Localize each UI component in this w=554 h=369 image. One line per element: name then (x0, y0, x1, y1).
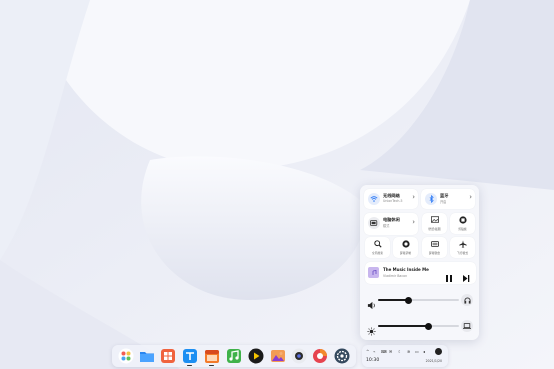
quick-tile-wallpaper[interactable]: 壁纸/截图 (422, 213, 447, 234)
audio-output-button[interactable] (461, 294, 473, 306)
album-art-icon (368, 267, 379, 278)
brightness-fill (378, 325, 429, 327)
power-mode-icon (368, 217, 380, 229)
next-track-button[interactable] (462, 268, 470, 282)
bluetooth-icon (425, 193, 437, 205)
file-manager-icon[interactable] (139, 348, 155, 364)
notification-center-icon[interactable] (435, 348, 442, 355)
chevron-right-icon[interactable]: › (469, 194, 472, 201)
brightness-icon (367, 321, 376, 336)
quick-tile-keyboard[interactable]: 屏幕键盘 (422, 237, 447, 258)
brightness-slider-handle[interactable] (424, 322, 432, 330)
volume-slider-handle[interactable] (405, 296, 413, 304)
settings-icon[interactable] (334, 348, 350, 364)
brightness-slider-row (365, 317, 476, 336)
image-icon (430, 215, 439, 224)
moon-icon[interactable]: ☾ (398, 349, 402, 354)
calendar-icon[interactable] (204, 348, 220, 364)
music-icon[interactable] (226, 348, 242, 364)
browser-icon[interactable] (312, 348, 328, 364)
media-artist: Vladimir Bacon (383, 274, 408, 278)
volume-icon[interactable]: ◂ (423, 349, 425, 354)
airplane-icon (458, 239, 467, 248)
search-icon (373, 239, 382, 248)
app-store-icon[interactable] (160, 348, 176, 364)
wifi-subtitle: UnionTech-5 (383, 199, 403, 203)
pause-button[interactable] (445, 268, 453, 282)
chevron-up-icon[interactable]: ^ (366, 349, 369, 354)
quick-tile-label: 全局搜索 (371, 251, 384, 255)
wifi-icon (368, 193, 380, 205)
quick-tile-label: 屏幕录制 (399, 251, 412, 255)
media-title: The Music Inside Me (383, 267, 429, 272)
brightness-slider[interactable] (378, 322, 459, 330)
video-player-icon[interactable] (248, 348, 264, 364)
power-mode-subtitle: 模式 (383, 224, 390, 228)
usb-icon[interactable]: ⌁ (373, 349, 375, 354)
display-settings-button[interactable] (461, 320, 473, 332)
quick-tile-record[interactable]: 屏幕录制 (393, 237, 418, 258)
media-player: The Music Inside Me Vladimir Bacon (365, 262, 476, 284)
control-center-panel: 无线网络 UnionTech-5 › 蓝牙 开启 › 电脑休闲 模式 › 壁纸/… (360, 185, 479, 340)
quick-tile-label: 屏幕键盘 (428, 251, 441, 255)
chevron-right-icon[interactable]: › (412, 194, 415, 201)
chevron-right-icon[interactable]: › (412, 219, 415, 226)
quick-tile-clipboard[interactable]: 剪贴板 (450, 213, 475, 234)
wifi-icon[interactable]: ≋ (407, 349, 410, 354)
system-tray: ^ ⌁ ⌨ ✉ ☾ ≋ ▭ ◂ 10:30 2021/1/20 (362, 345, 448, 367)
input-method-icon[interactable]: ✉ (389, 349, 392, 354)
volume-slider[interactable] (378, 296, 459, 304)
bluetooth-subtitle: 开启 (440, 200, 447, 204)
record-icon (401, 239, 410, 248)
headphones-icon (463, 297, 471, 304)
clipboard-icon (458, 215, 467, 224)
photos-icon[interactable] (270, 348, 286, 364)
wifi-tile[interactable]: 无线网络 UnionTech-5 › (364, 189, 418, 209)
dock (112, 345, 356, 367)
bluetooth-tile[interactable]: 蓝牙 开启 › (421, 189, 475, 209)
volume-fill (378, 299, 409, 301)
keyboard-icon[interactable]: ⌨ (381, 349, 387, 354)
volume-slider-row (365, 291, 476, 310)
laptop-icon (463, 323, 471, 329)
camera-icon[interactable] (291, 348, 307, 364)
keyboard-icon (430, 239, 439, 248)
quick-tile-label: 壁纸/截图 (428, 227, 441, 231)
running-indicator (187, 365, 192, 366)
running-indicator (209, 365, 214, 366)
quick-tile-label: 飞行模式 (456, 251, 469, 255)
speaker-icon (367, 295, 376, 310)
clock-date[interactable]: 2021/1/20 (426, 359, 442, 363)
power-mode-tile[interactable]: 电脑休闲 模式 › (364, 213, 418, 235)
installer-icon[interactable] (182, 348, 198, 364)
quick-tile-label: 剪贴板 (458, 227, 467, 231)
clock-time[interactable]: 10:30 (366, 358, 379, 363)
battery-icon[interactable]: ▭ (415, 349, 419, 354)
quick-tile-airplane[interactable]: 飞行模式 (450, 237, 475, 258)
launcher-icon[interactable] (118, 348, 134, 364)
quick-tile-search[interactable]: 全局搜索 (365, 237, 390, 258)
